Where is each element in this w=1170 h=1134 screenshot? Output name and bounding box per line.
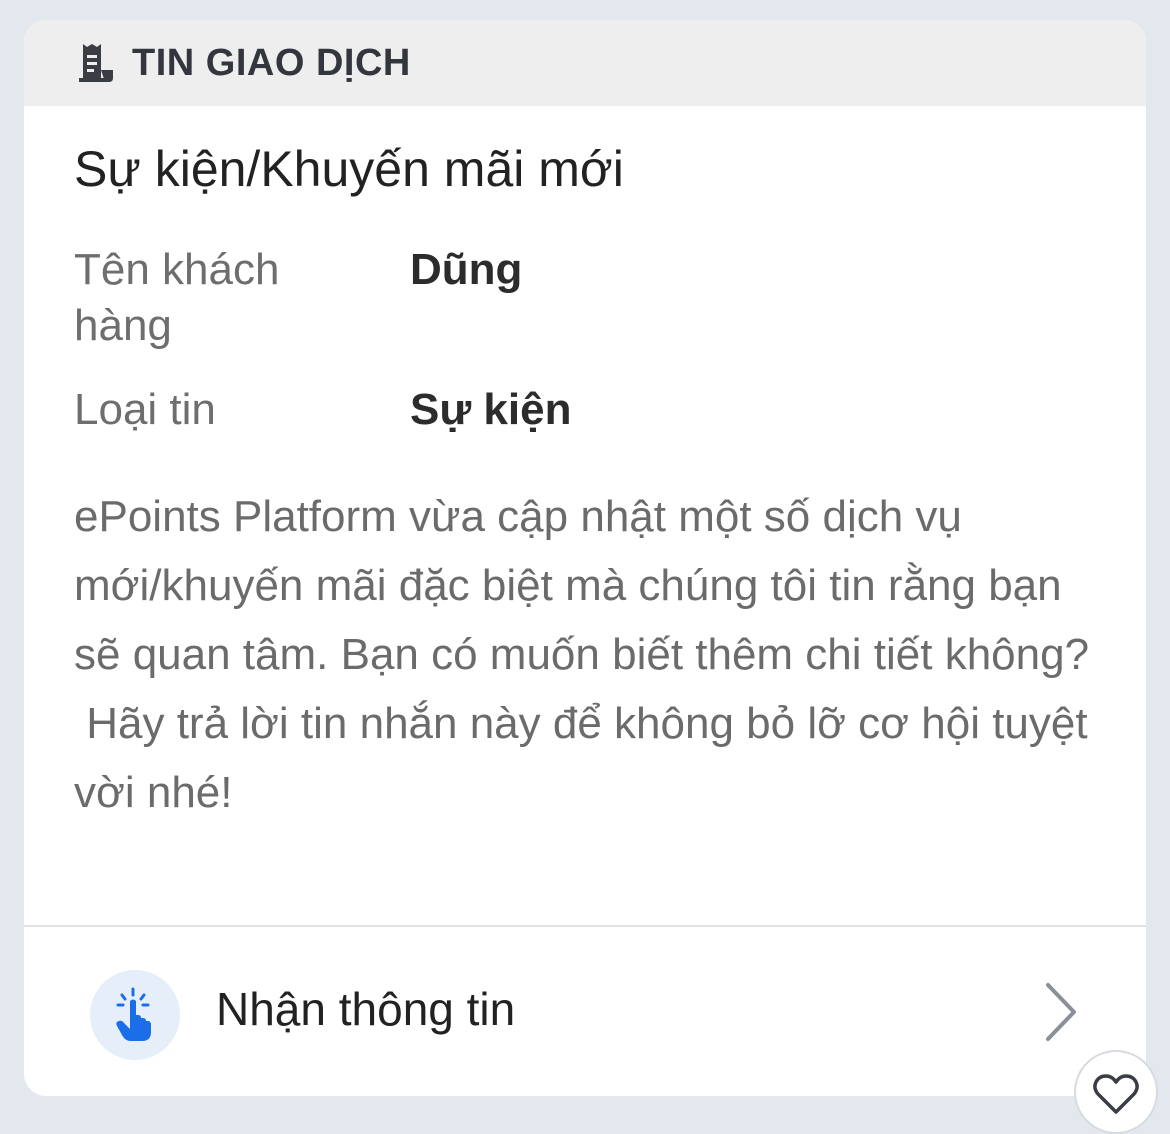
chevron-right-icon (1034, 977, 1084, 1047)
message-card: TIN GIAO DỊCH Sự kiện/Khuyến mãi mới Tên… (24, 20, 1146, 1096)
receipt-icon (76, 41, 118, 85)
header-title: TIN GIAO DỊCH (132, 41, 411, 84)
message-body: ePoints Platform vừa cập nhật một số dịc… (74, 482, 1104, 827)
get-info-button[interactable]: Nhận thông tin (24, 927, 1146, 1096)
message-body-paragraph: Hãy trả lời tin nhắn này để không bỏ lỡ … (74, 699, 1100, 817)
message-body-paragraph: ePoints Platform vừa cập nhật một số dịc… (74, 492, 1090, 679)
tap-hand-icon (90, 970, 180, 1060)
field-value-customer-name: Dũng (410, 245, 523, 294)
field-value-message-type: Sự kiện (410, 385, 572, 434)
field-label-customer-name: Tên khách hàng (74, 245, 280, 350)
get-info-label: Nhận thông tin (216, 983, 516, 1035)
message-title: Sự kiện/Khuyến mãi mới (74, 141, 624, 197)
heart-icon (1092, 1072, 1140, 1121)
heart-reaction-button[interactable] (1074, 1050, 1158, 1134)
field-label-message-type: Loại tin (74, 385, 216, 434)
card-header: TIN GIAO DỊCH (24, 20, 1146, 106)
